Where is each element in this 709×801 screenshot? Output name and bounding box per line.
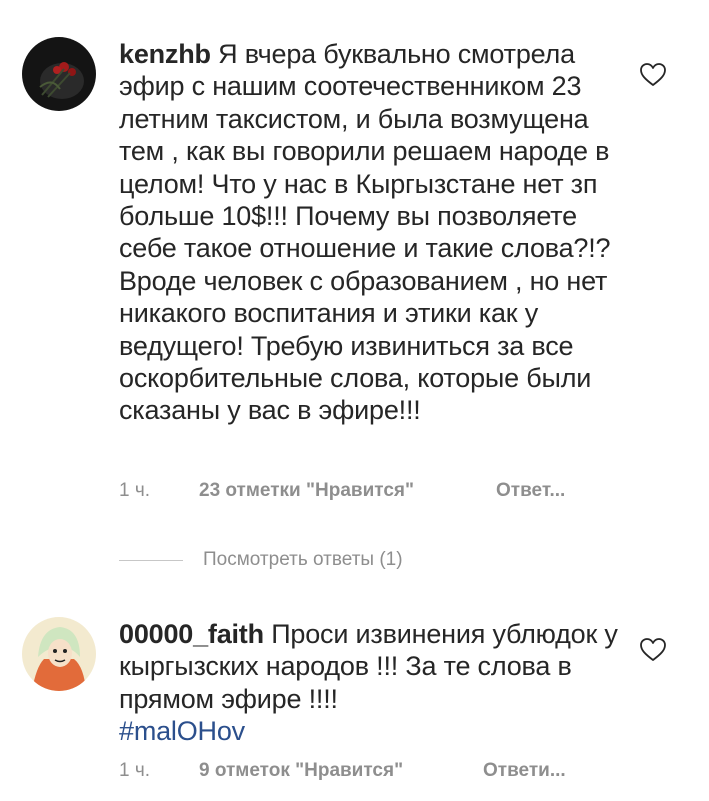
heart-outline-icon (640, 638, 666, 661)
heart-outline-icon (640, 63, 666, 86)
divider-line (119, 559, 183, 561)
comment-text: Я вчера буквально смотрела эфир с нашим … (119, 39, 611, 426)
comment-time: 1 ч. (119, 480, 151, 501)
roses-avatar-icon (22, 37, 96, 111)
comment-text-block: 00000_faith Проси извинения ублюдок у кы… (119, 618, 629, 748)
likes-count-link[interactable]: 9 отметок "Нравится" (199, 760, 403, 782)
comment-text-block: kenzhb Я вчера буквально смотрела эфир с… (119, 38, 629, 427)
view-replies-label: Посмотреть ответы (1) (203, 549, 403, 570)
reply-button[interactable]: Ответ... (496, 480, 565, 502)
comment-username[interactable]: kenzhb (119, 39, 211, 69)
like-button[interactable] (639, 62, 667, 88)
cartoon-avatar-icon (22, 617, 96, 691)
comment-time: 1 ч. (119, 760, 151, 781)
view-replies-button[interactable]: Посмотреть ответы (1) (119, 548, 403, 572)
avatar[interactable] (22, 617, 96, 691)
comment-username[interactable]: 00000_faith (119, 619, 264, 649)
likes-count-link[interactable]: 23 отметки "Нравится" (199, 480, 414, 502)
like-button[interactable] (639, 637, 667, 663)
hashtag-link[interactable]: #malOHov (119, 716, 245, 746)
avatar[interactable] (22, 37, 96, 111)
reply-button[interactable]: Ответи... (483, 760, 566, 782)
